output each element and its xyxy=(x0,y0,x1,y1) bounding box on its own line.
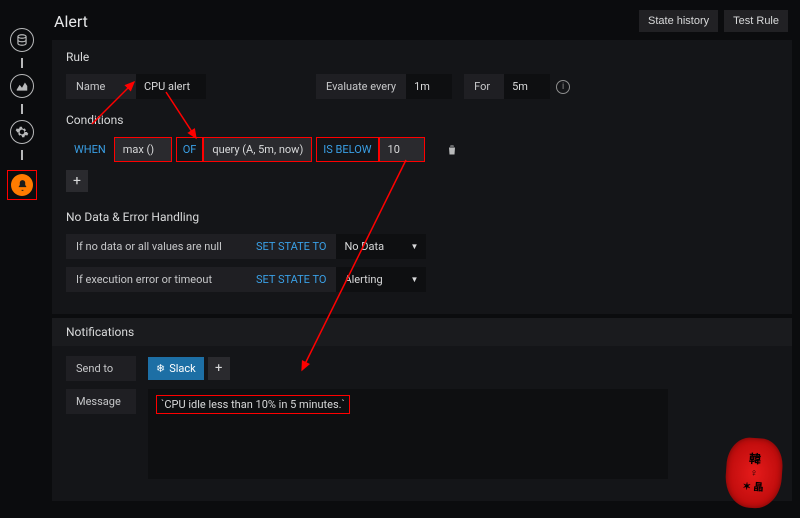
nodata-row-1: If no data or all values are null SET ST… xyxy=(66,234,778,259)
evaluate-label: Evaluate every xyxy=(316,74,406,99)
sendto-label: Send to xyxy=(66,356,136,381)
aggregation-select[interactable]: max () xyxy=(114,137,172,162)
nav-datasource-icon[interactable] xyxy=(10,28,34,52)
of-keyword: OF xyxy=(176,137,204,162)
state-history-button[interactable]: State history xyxy=(639,10,718,32)
isbelow-keyword[interactable]: IS BELOW xyxy=(316,137,378,162)
nav-alert-icon[interactable] xyxy=(7,170,37,200)
set-state-label: SET STATE TO xyxy=(246,267,336,292)
rule-panel: Rule Name CPU alert Evaluate every 1m Fo… xyxy=(52,40,792,314)
main-content: Alert State history Test Rule Rule Name … xyxy=(44,0,800,518)
when-keyword: WHEN xyxy=(66,137,114,162)
nodata-state-select[interactable]: No Data▼ xyxy=(336,234,426,259)
message-row: Message `CPU idle less than 10% in 5 min… xyxy=(66,389,778,479)
connector xyxy=(21,58,23,68)
add-channel-button[interactable]: + xyxy=(208,357,230,380)
query-select[interactable]: query (A, 5m, now) xyxy=(203,137,312,162)
name-label: Name xyxy=(66,74,136,99)
page-header: Alert State history Test Rule xyxy=(52,6,792,36)
message-textarea[interactable]: `CPU idle less than 10% in 5 minutes.` xyxy=(148,389,668,479)
nodata-label-1: If no data or all values are null xyxy=(66,234,246,259)
for-input[interactable]: 5m xyxy=(504,74,550,99)
threshold-input[interactable]: 10 xyxy=(379,137,425,162)
for-label: For xyxy=(464,74,504,99)
connector xyxy=(21,150,23,160)
section-title-nodata: No Data & Error Handling xyxy=(66,210,778,224)
nodata-label-2: If execution error or timeout xyxy=(66,267,246,292)
error-state-select[interactable]: Alerting▼ xyxy=(336,267,426,292)
snowflake-icon: ❄ xyxy=(156,362,165,375)
nav-gear-icon[interactable] xyxy=(10,120,34,144)
chevron-down-icon: ▼ xyxy=(411,275,419,284)
nodata-row-2: If execution error or timeout SET STATE … xyxy=(66,267,778,292)
condition-row: WHEN max () OF query (A, 5m, now) IS BEL… xyxy=(66,137,778,162)
section-title-notifications: Notifications xyxy=(52,318,792,346)
add-condition-button[interactable]: + xyxy=(66,170,88,192)
delete-condition-button[interactable] xyxy=(441,139,463,161)
connector xyxy=(21,104,23,114)
page-title: Alert xyxy=(54,12,88,31)
info-icon[interactable]: i xyxy=(556,80,570,94)
name-input[interactable]: CPU alert xyxy=(136,74,206,99)
test-rule-button[interactable]: Test Rule xyxy=(724,10,788,32)
nav-graph-icon[interactable] xyxy=(10,74,34,98)
notifications-panel: Send to ❄ Slack + Message `CPU idle less… xyxy=(52,346,792,501)
section-title-rule: Rule xyxy=(66,50,778,64)
set-state-label: SET STATE TO xyxy=(246,234,336,259)
rule-name-row: Name CPU alert Evaluate every 1m For 5m … xyxy=(66,74,778,99)
sidebar xyxy=(0,0,44,518)
sendto-row: Send to ❄ Slack + xyxy=(66,356,778,381)
message-label: Message xyxy=(66,389,136,414)
chevron-down-icon: ▼ xyxy=(411,242,419,251)
section-title-conditions: Conditions xyxy=(66,113,778,127)
slack-channel-button[interactable]: ❄ Slack xyxy=(148,357,204,380)
message-text: `CPU idle less than 10% in 5 minutes.` xyxy=(156,395,350,414)
evaluate-input[interactable]: 1m xyxy=(406,74,452,99)
